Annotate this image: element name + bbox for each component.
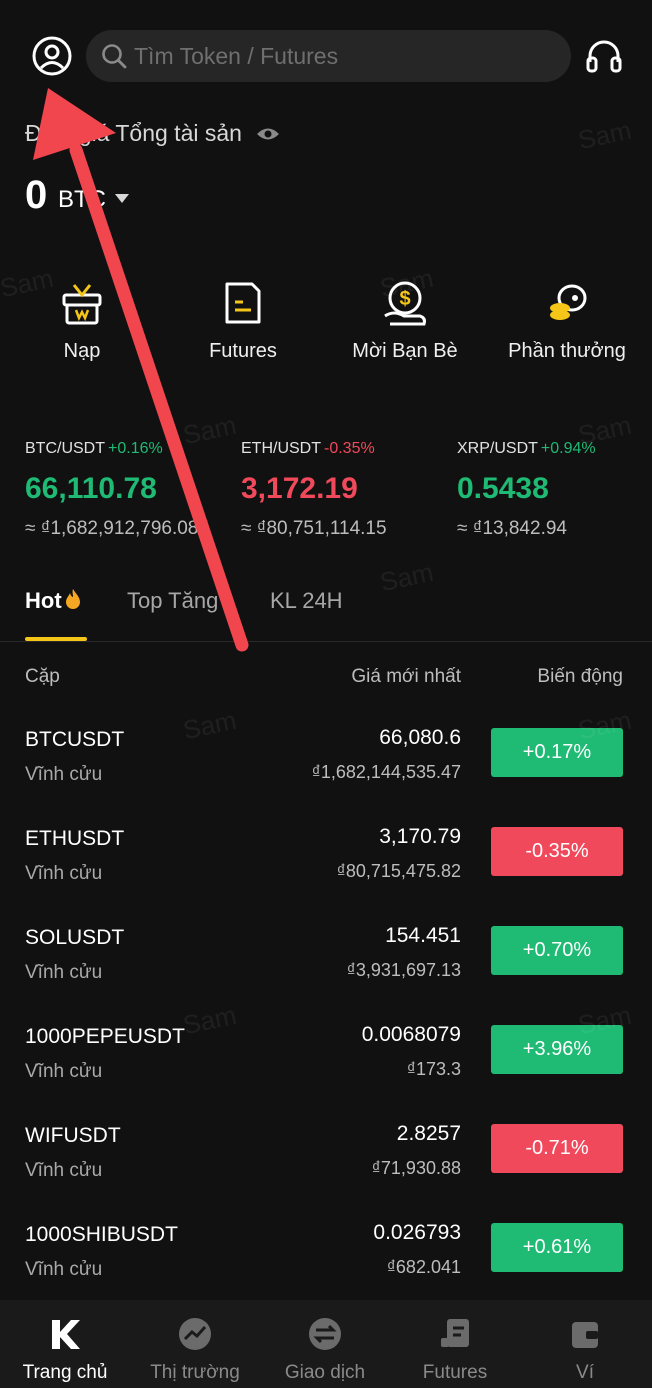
ticker-fiat: ≈ ₫13,842.94 [457, 518, 567, 539]
futures-icon [437, 1316, 473, 1352]
nav-label: Thị trường [150, 1362, 240, 1383]
market-row[interactable]: BTCUSDT Vĩnh cửu 66,080.6 ₫1,682,144,535… [0, 726, 652, 827]
quick-action-label: Mời Bạn Bè [352, 340, 458, 362]
market-change-badge[interactable]: +0.70% [491, 926, 623, 975]
market-kind: Vĩnh cửu [25, 1160, 103, 1181]
futures-doc-icon [218, 278, 268, 328]
tab-active-indicator [25, 637, 87, 641]
market-row[interactable]: SOLUSDT Vĩnh cửu 154.451 ₫3,931,697.13 +… [0, 924, 652, 1025]
trade-swap-icon [307, 1316, 343, 1352]
column-change[interactable]: Biến động [537, 666, 623, 688]
market-row[interactable]: ETHUSDT Vĩnh cửu 3,170.79 ₫80,715,475.82… [0, 825, 652, 926]
market-fiat: ₫1,682,144,535.47 [311, 762, 461, 782]
market-kind: Vĩnh cửu [25, 764, 103, 785]
market-symbol: BTCUSDT [25, 728, 125, 751]
ticker-change: -0.35% [324, 440, 375, 457]
market-fiat: ₫3,931,697.13 [346, 960, 461, 980]
market-change-badge[interactable]: +0.61% [491, 1223, 623, 1272]
market-symbol: ETHUSDT [25, 827, 125, 850]
fire-icon [65, 589, 80, 609]
total-assets-label: Định giá Tổng tài sản [25, 120, 280, 148]
market-price: 154.451 [385, 924, 461, 947]
market-fiat: ₫80,715,475.82 [336, 861, 461, 881]
home-k-icon [47, 1316, 83, 1352]
market-symbol: WIFUSDT [25, 1124, 121, 1147]
nav-wallet[interactable]: Ví [520, 1300, 650, 1388]
nav-label: Giao dịch [284, 1362, 366, 1383]
tab-hot[interactable]: Hot [25, 588, 82, 614]
nav-label: Trang chủ [22, 1362, 108, 1383]
watermark: Sam [575, 409, 634, 451]
quick-action-label: Futures [209, 340, 277, 362]
market-change-badge[interactable]: -0.35% [491, 827, 623, 876]
market-symbol: 1000PEPEUSDT [25, 1025, 185, 1048]
ticker-btc[interactable]: BTC/USDT +0.16% 66,110.78 ≈ ₫1,682,912,79… [25, 440, 209, 540]
ticker-price: 0.5438 [457, 472, 549, 505]
market-price: 66,080.6 [379, 726, 461, 749]
headset-icon[interactable] [585, 37, 623, 75]
tab-volume-24h[interactable]: KL 24H [270, 588, 343, 614]
market-fiat: ₫682.041 [386, 1257, 461, 1277]
market-row[interactable]: 1000PEPEUSDT Vĩnh cửu 0.0068079 ₫173.3 +… [0, 1023, 652, 1124]
market-kind: Vĩnh cửu [25, 962, 103, 983]
asset-unit-selector[interactable]: BTC [58, 186, 106, 214]
tab-top-gainers[interactable]: Top Tăng [127, 588, 218, 614]
caret-down-icon[interactable] [115, 194, 129, 203]
nav-label: Futures [422, 1362, 488, 1383]
market-symbol: 1000SHIBUSDT [25, 1223, 178, 1246]
search-icon [100, 42, 128, 70]
market-kind: Vĩnh cửu [25, 1259, 103, 1280]
ticker-price: 66,110.78 [25, 472, 157, 505]
top-bar [0, 0, 652, 110]
total-assets-value: 0 [25, 173, 48, 217]
market-price: 0.026793 [373, 1221, 461, 1244]
market-fiat: ₫71,930.88 [371, 1158, 461, 1178]
market-change-badge[interactable]: -0.71% [491, 1124, 623, 1173]
ticker-change: +0.16% [108, 440, 163, 457]
gift-box-icon [57, 278, 107, 328]
column-last-price[interactable]: Giá mới nhất [351, 666, 461, 688]
total-assets-text: Định giá Tổng tài sản [25, 120, 242, 146]
watermark: Sam [180, 409, 239, 451]
nav-trade[interactable]: Giao dịch [260, 1300, 390, 1388]
search-input[interactable] [134, 30, 554, 82]
nav-label: Ví [576, 1362, 594, 1383]
column-pair[interactable]: Cặp [25, 666, 60, 688]
search-bar[interactable] [86, 30, 571, 82]
quick-action-rewards[interactable]: Phần thưởng [502, 278, 632, 363]
nav-futures[interactable]: Futures [390, 1300, 520, 1388]
quick-action-label: Nạp [63, 340, 101, 362]
market-kind: Vĩnh cửu [25, 863, 103, 884]
nav-home[interactable]: Trang chủ [0, 1300, 130, 1388]
eye-icon[interactable] [256, 121, 280, 148]
quick-action-futures[interactable]: Futures [178, 278, 308, 363]
ticker-fiat: ≈ ₫1,682,912,796.085 [25, 518, 209, 539]
market-tabs: Hot Top Tăng KL 24H [0, 580, 652, 642]
quick-action-label: Phần thưởng [508, 340, 626, 362]
tab-label: Hot [25, 588, 62, 613]
watermark: Sam [575, 114, 634, 156]
market-kind: Vĩnh cửu [25, 1061, 103, 1082]
ticker-price: 3,172.19 [241, 472, 358, 505]
wallet-icon [567, 1316, 603, 1352]
ticker-fiat: ≈ ₫80,751,114.15 [241, 518, 387, 539]
reward-coins-icon [542, 278, 592, 328]
market-price: 3,170.79 [379, 825, 461, 848]
market-price: 0.0068079 [361, 1023, 461, 1046]
profile-icon[interactable] [31, 35, 73, 77]
nav-market[interactable]: Thị trường [130, 1300, 260, 1388]
ticker-pair: ETH/USDT [241, 440, 321, 457]
market-price: 2.8257 [396, 1122, 461, 1145]
market-chart-icon [177, 1316, 213, 1352]
bottom-nav: Trang chủ Thị trường Giao dịch Futures V… [0, 1300, 652, 1388]
market-row[interactable]: WIFUSDT Vĩnh cửu 2.8257 ₫71,930.88 -0.71… [0, 1122, 652, 1223]
ticker-eth[interactable]: ETH/USDT -0.35% 3,172.19 ≈ ₫80,751,114.15 [241, 440, 387, 540]
market-symbol: SOLUSDT [25, 926, 125, 949]
market-fiat: ₫173.3 [406, 1059, 461, 1079]
ticker-xrp[interactable]: XRP/USDT +0.94% 0.5438 ≈ ₫13,842.94 [457, 440, 596, 540]
ticker-pair: BTC/USDT [25, 440, 105, 457]
ticker-pair: XRP/USDT [457, 440, 538, 457]
